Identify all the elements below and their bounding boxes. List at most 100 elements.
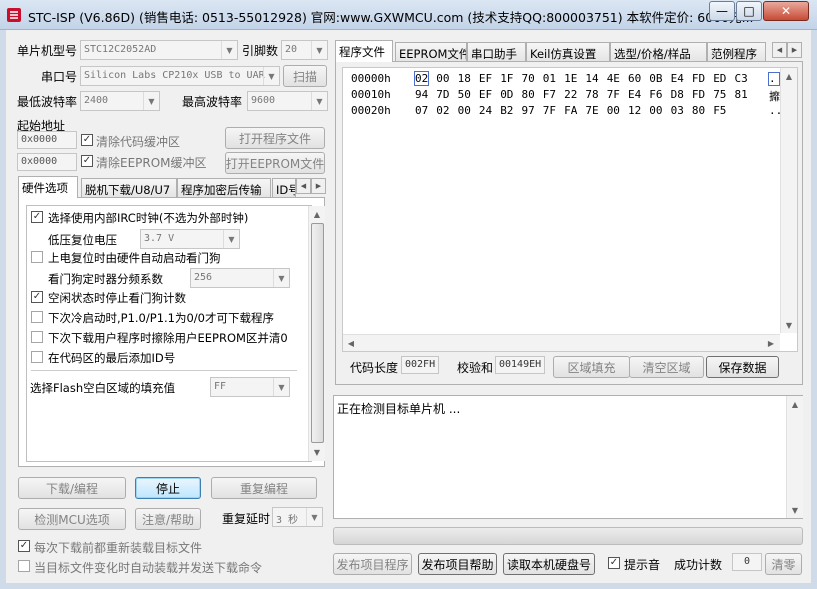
add-id-checkbox[interactable] xyxy=(31,351,43,363)
hex-byte[interactable]: 18 xyxy=(458,72,471,85)
beep-checkbox[interactable]: ✓ xyxy=(608,557,620,569)
tab-hardware-options[interactable]: 硬件选项 xyxy=(18,176,78,198)
publish-help-button[interactable]: 发布项目帮助 xyxy=(418,553,497,575)
maximize-button[interactable]: □ xyxy=(736,1,762,21)
mcu-select[interactable]: STC12C2052AD ▼ xyxy=(80,40,238,60)
tab-keil-sim[interactable]: Keil仿真设置 xyxy=(526,42,610,62)
hex-byte[interactable]: 60 xyxy=(628,72,641,85)
max-baud-select[interactable]: 9600 ▼ xyxy=(247,91,328,111)
clear-area-button[interactable]: 清空区域 xyxy=(629,356,704,378)
hex-byte[interactable]: FD xyxy=(692,72,705,85)
hex-byte[interactable]: F7 xyxy=(543,88,556,101)
tab-scroll-left-icon[interactable]: ◀ xyxy=(772,42,787,58)
scroll-up-icon[interactable]: ▲ xyxy=(309,206,325,222)
scroll-down-icon[interactable]: ▼ xyxy=(787,502,803,518)
hex-byte[interactable]: 00 xyxy=(436,72,449,85)
irc-checkbox[interactable]: ✓ xyxy=(31,211,43,223)
tab-eeprom-file[interactable]: EEPROM文件 xyxy=(395,42,467,62)
hex-byte[interactable]: 07 xyxy=(415,104,428,117)
hex-byte[interactable]: E4 xyxy=(628,88,641,101)
hex-byte[interactable]: 80 xyxy=(522,88,535,101)
stop-button[interactable]: 停止 xyxy=(135,477,201,499)
scroll-up-icon[interactable]: ▲ xyxy=(781,68,797,84)
reprogram-button[interactable]: 重复编程 xyxy=(211,477,317,499)
hex-byte[interactable]: 1F xyxy=(500,72,513,85)
fill-area-button[interactable]: 区域填充 xyxy=(553,356,630,378)
hex-byte[interactable]: 22 xyxy=(564,88,577,101)
hex-byte[interactable]: 94 xyxy=(415,88,428,101)
save-data-button[interactable]: 保存数据 xyxy=(706,356,779,378)
check-mcu-button[interactable]: 检测MCU选项 xyxy=(18,508,126,530)
p10-checkbox[interactable] xyxy=(31,311,43,323)
eeprom-addr-input[interactable]: 0x0000 xyxy=(17,153,77,171)
hex-byte[interactable]: 97 xyxy=(522,104,535,117)
hex-byte[interactable]: 0D xyxy=(500,88,513,101)
hex-editor[interactable]: 00000h 02 00 18 EF 1F 70 01 1E 14 4E 60 0B E4 FD ED C3. … xyxy=(342,67,798,352)
hex-byte[interactable]: EF xyxy=(479,72,492,85)
tab-serial-assistant[interactable]: 串口助手 xyxy=(467,42,526,62)
hex-byte[interactable]: 70 xyxy=(522,72,535,85)
tab-examples[interactable]: 范例程序 xyxy=(707,42,766,62)
hex-byte[interactable]: 24 xyxy=(479,104,492,117)
tab-id[interactable]: ID号 xyxy=(272,178,296,198)
hex-byte[interactable]: 78 xyxy=(585,88,598,101)
hex-byte[interactable]: 4E xyxy=(607,72,620,85)
scroll-down-icon[interactable]: ▼ xyxy=(309,444,325,460)
tab-offline-download[interactable]: 脱机下载/U8/U7 xyxy=(81,178,177,198)
hex-byte[interactable]: 01 xyxy=(543,72,556,85)
auto-download-checkbox[interactable] xyxy=(18,560,30,572)
hex-hscrollbar[interactable]: ◀ ▶ xyxy=(343,334,780,351)
hex-byte[interactable]: 75 xyxy=(713,88,726,101)
wdt-prescale-select[interactable]: 256 ▼ xyxy=(190,268,290,288)
low-volt-select[interactable]: 3.7 V ▼ xyxy=(140,229,240,249)
watchdog-checkbox[interactable] xyxy=(31,251,43,263)
scroll-thumb[interactable] xyxy=(311,223,324,443)
hex-byte[interactable]: 1E xyxy=(564,72,577,85)
hex-byte[interactable]: F5 xyxy=(713,104,726,117)
hex-byte[interactable]: C3 xyxy=(735,72,748,85)
hex-byte[interactable]: 00 xyxy=(649,104,662,117)
hex-byte[interactable]: 50 xyxy=(458,88,471,101)
hex-vscrollbar[interactable]: ▲ ▼ xyxy=(780,68,797,333)
idle-wdt-checkbox[interactable]: ✓ xyxy=(31,291,43,303)
hex-byte[interactable]: FA xyxy=(564,104,577,117)
hex-byte[interactable]: 00 xyxy=(458,104,471,117)
clear-count-button[interactable]: 清零 xyxy=(765,553,802,575)
hex-byte[interactable]: 80 xyxy=(692,104,705,117)
open-program-button[interactable]: 打开程序文件 xyxy=(225,127,325,149)
scroll-up-icon[interactable]: ▲ xyxy=(787,396,803,412)
hex-byte[interactable]: ED xyxy=(713,72,726,85)
hex-byte[interactable]: E4 xyxy=(671,72,684,85)
hex-byte[interactable]: 7E xyxy=(585,104,598,117)
clear-user-eeprom-checkbox[interactable] xyxy=(31,331,43,343)
hex-byte[interactable]: 7D xyxy=(436,88,449,101)
fill-value-select[interactable]: FF ▼ xyxy=(210,377,290,397)
tab-scroll-left-icon[interactable]: ◀ xyxy=(296,178,311,194)
hex-byte[interactable]: 0B xyxy=(649,72,662,85)
hex-byte[interactable]: FD xyxy=(692,88,705,101)
pins-select[interactable]: 20 ▼ xyxy=(281,40,328,60)
minimize-button[interactable]: — xyxy=(709,1,735,21)
hex-byte[interactable]: F6 xyxy=(649,88,662,101)
tab-scroll-right-icon[interactable]: ▶ xyxy=(311,178,326,194)
tab-scroll-right-icon[interactable]: ▶ xyxy=(787,42,802,58)
clear-eeprom-checkbox[interactable]: ✓ xyxy=(81,155,93,167)
tab-selection-price[interactable]: 选型/价格/样品 xyxy=(610,42,707,62)
hex-byte[interactable]: 12 xyxy=(628,104,641,117)
code-addr-input[interactable]: 0x0000 xyxy=(17,131,77,149)
log-panel[interactable]: 正在检测目标单片机 ... ▲ ▼ xyxy=(333,395,803,519)
hex-byte[interactable]: 81 xyxy=(735,88,748,101)
scroll-down-icon[interactable]: ▼ xyxy=(781,317,797,333)
min-baud-select[interactable]: 2400 ▼ xyxy=(80,91,160,111)
hex-byte[interactable]: 00 xyxy=(607,104,620,117)
tab-encrypt-transfer[interactable]: 程序加密后传输 xyxy=(177,178,271,198)
port-select[interactable]: Silicon Labs CP210x USB to UAR ▼ xyxy=(80,66,280,86)
scan-button[interactable]: 扫描 xyxy=(283,65,327,87)
read-disk-id-button[interactable]: 读取本机硬盘号 xyxy=(503,553,595,575)
hex-byte[interactable]: 02 xyxy=(413,71,430,86)
log-scrollbar[interactable]: ▲ ▼ xyxy=(786,396,803,518)
hex-byte[interactable]: EF xyxy=(479,88,492,101)
hex-byte[interactable]: 7F xyxy=(543,104,556,117)
scroll-left-icon[interactable]: ◀ xyxy=(343,335,359,351)
hex-byte[interactable]: D8 xyxy=(671,88,684,101)
